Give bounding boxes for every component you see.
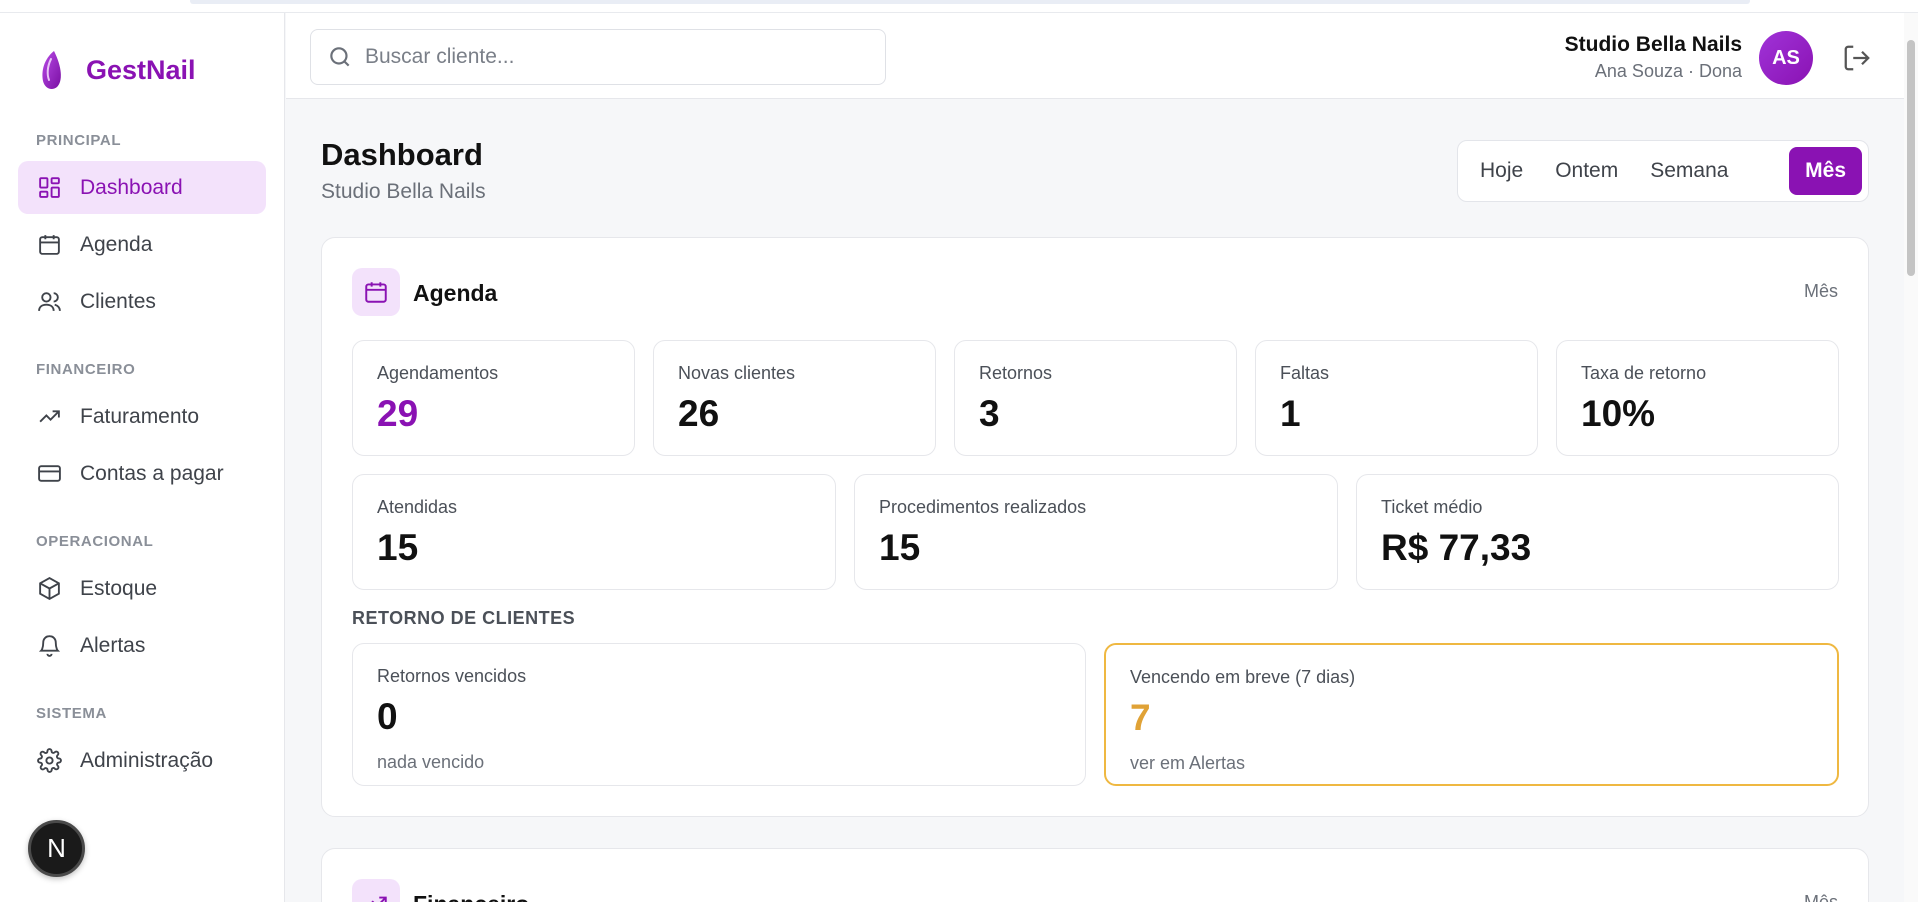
agenda-card-title: Agenda — [413, 280, 498, 306]
scrollbar[interactable] — [1904, 13, 1918, 902]
stat-faltas: Faltas 1 — [1255, 340, 1538, 456]
period-mes-button[interactable]: Mês — [1789, 147, 1862, 195]
period-semana-button[interactable]: Semana — [1634, 147, 1744, 195]
stat-retornos: Retornos 3 — [954, 340, 1237, 456]
stat-value: 26 — [678, 393, 720, 434]
stat-value: R$ 77,33 — [1381, 527, 1532, 568]
stat-label: Ticket médio — [1381, 497, 1483, 517]
sidebar-item-label: Estoque — [80, 576, 158, 600]
section-title-operacional: OPERACIONAL — [36, 533, 154, 550]
trending-up-icon — [371, 896, 387, 902]
gear-icon — [36, 748, 62, 774]
stat-label: Vencendo em breve (7 dias) — [1130, 667, 1356, 687]
browser-top-strip — [0, 0, 1918, 13]
stat-novas-clientes: Novas clientes 26 — [653, 340, 936, 456]
sidebar-item-alertas[interactable]: Alertas — [18, 619, 266, 672]
search-input[interactable] — [365, 45, 865, 69]
stat-ticket-medio: Ticket médio R$ 77,33 — [1356, 474, 1839, 590]
sidebar: GestNail PRINCIPAL Dashboard Agenda Clie… — [0, 13, 285, 902]
stat-label: Taxa de retorno — [1581, 363, 1707, 383]
period-hoje-button[interactable]: Hoje — [1464, 147, 1539, 195]
stat-value: 7 — [1130, 697, 1151, 738]
sidebar-item-estoque[interactable]: Estoque — [18, 562, 266, 615]
credit-card-icon — [36, 461, 62, 487]
stat-label: Procedimentos realizados — [879, 497, 1087, 517]
scrollbar-thumb[interactable] — [1907, 40, 1915, 276]
logo[interactable]: GestNail — [38, 49, 196, 91]
section-title-sistema: SISTEMA — [36, 705, 107, 722]
calendar-icon — [36, 232, 62, 258]
sidebar-item-faturamento[interactable]: Faturamento — [18, 390, 266, 443]
stat-value: 10% — [1581, 393, 1656, 434]
stat-retornos-vencidos: Retornos vencidos 0 nada vencido — [352, 643, 1086, 786]
users-icon — [36, 289, 62, 315]
studio-name: Studio Bella Nails — [1564, 33, 1742, 56]
stat-taxa-de-retorno: Taxa de retorno 10% — [1556, 340, 1839, 456]
stat-value: 3 — [979, 393, 1000, 434]
financeiro-card-period-link[interactable]: Mês — [1804, 892, 1838, 902]
stat-label: Faltas — [1280, 363, 1330, 383]
stat-value: 1 — [1280, 393, 1301, 434]
stat-label: Retornos vencidos — [377, 666, 527, 686]
bell-icon — [36, 633, 62, 659]
agenda-card-period-link[interactable]: Mês — [1804, 281, 1838, 302]
stat-label: Novas clientes — [678, 363, 796, 383]
financeiro-card-title: Financeiro — [413, 891, 529, 902]
stat-value: 15 — [879, 527, 921, 568]
sidebar-item-contas-a-pagar[interactable]: Contas a pagar — [18, 447, 266, 500]
avatar[interactable]: AS — [1759, 31, 1813, 85]
trending-up-icon — [36, 404, 62, 430]
sidebar-item-dashboard[interactable]: Dashboard — [18, 161, 266, 214]
stat-value: 0 — [377, 696, 398, 737]
sidebar-item-label: Faturamento — [80, 404, 200, 428]
stat-procedimentos-realizados: Procedimentos realizados 15 — [854, 474, 1338, 590]
sidebar-item-administracao[interactable]: Administração — [18, 734, 266, 787]
period-selector: Hoje Ontem Semana Mês — [1457, 140, 1869, 202]
period-ontem-button[interactable]: Ontem — [1539, 147, 1634, 195]
page-title: Dashboard — [321, 137, 483, 172]
stat-label: Atendidas — [377, 497, 458, 517]
user-role: Ana Souza · Dona — [1594, 61, 1742, 81]
stat-link-alertas[interactable]: ver em Alertas — [1130, 753, 1245, 774]
logout-icon[interactable] — [1842, 43, 1872, 73]
search-box[interactable] — [310, 29, 886, 85]
stat-note: nada vencido — [377, 752, 485, 772]
financeiro-card-icon-box — [352, 879, 400, 902]
stat-label: Agendamentos — [377, 363, 499, 383]
stat-atendidas: Atendidas 15 — [352, 474, 836, 590]
stat-value: 15 — [377, 527, 419, 568]
box-icon — [36, 576, 62, 602]
nail-drop-icon — [42, 51, 61, 89]
stat-agendamentos: Agendamentos 29 — [352, 340, 635, 456]
agenda-card: Agenda Mês Agendamentos 29 Novas cliente… — [321, 237, 1869, 817]
sidebar-item-label: Administração — [80, 748, 214, 772]
sidebar-item-label: Contas a pagar — [80, 461, 224, 485]
stat-value: 29 — [377, 393, 419, 434]
calendar-icon — [365, 282, 387, 303]
section-title-financeiro: FINANCEIRO — [36, 361, 136, 378]
user-info: Studio Bella Nails Ana Souza · Dona — [1565, 33, 1742, 82]
sidebar-item-clientes[interactable]: Clientes — [18, 275, 266, 328]
top-header: Studio Bella Nails Ana Souza · Dona AS — [286, 13, 1918, 99]
dashboard-grid-icon — [36, 175, 62, 201]
sidebar-item-label: Dashboard — [80, 175, 183, 199]
sidebar-item-label: Clientes — [80, 289, 156, 313]
search-icon — [330, 47, 350, 67]
sidebar-item-label: Alertas — [80, 633, 146, 657]
sidebar-item-agenda[interactable]: Agenda — [18, 218, 266, 271]
nextjs-dev-badge[interactable]: N — [28, 820, 85, 877]
financeiro-card: Financeiro Mês — [321, 848, 1869, 902]
page-subtitle: Studio Bella Nails — [321, 180, 486, 203]
stat-label: Retornos — [979, 363, 1053, 383]
address-bar-pill — [190, 0, 1750, 4]
sidebar-item-label: Agenda — [80, 232, 153, 256]
section-title-principal: PRINCIPAL — [36, 132, 122, 149]
app-name: GestNail — [86, 54, 196, 85]
agenda-card-icon-box — [352, 268, 400, 316]
stat-vencendo-em-breve[interactable]: Vencendo em breve (7 dias) 7 ver em Aler… — [1104, 643, 1839, 786]
returns-section-title: RETORNO DE CLIENTES — [352, 608, 576, 628]
